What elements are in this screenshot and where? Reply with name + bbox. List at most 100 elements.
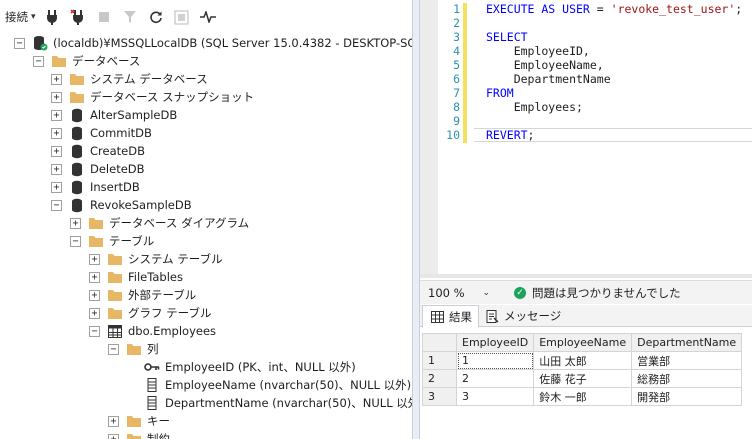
line-number: 9 — [453, 114, 460, 128]
zoom-value: 100 % — [428, 285, 465, 300]
expand-toggle[interactable]: + — [108, 433, 119, 439]
column-header[interactable]: EmployeeName — [533, 333, 633, 352]
collapse-toggle[interactable]: − — [51, 199, 62, 211]
row-number[interactable]: 3 — [422, 387, 457, 406]
chevron-down-icon: ▾ — [31, 12, 36, 22]
code-line-3: SELECT — [486, 30, 528, 44]
tree-node-diagrams[interactable]: + データベース ダイアグラム — [70, 214, 249, 232]
query-editor[interactable]: 1 2 3 4 5 6 7 8 9 10 EXECUTE AS USER = '… — [420, 0, 752, 278]
code-line-10: REVERT; — [486, 128, 534, 142]
tree-node-db-create[interactable]: + CreateDB — [51, 142, 145, 160]
grid-cell[interactable]: 3 — [455, 387, 535, 406]
expand-toggle[interactable]: + — [89, 271, 100, 283]
tree-node-col-employeeid[interactable]: EmployeeID (PK、int、NULL 以外) — [144, 358, 356, 376]
expand-toggle[interactable]: + — [51, 73, 62, 85]
tab-messages-label: メッセージ — [504, 309, 562, 323]
tree-node-constraints[interactable]: + 制約 — [108, 430, 170, 439]
pane-splitter[interactable] — [412, 0, 420, 439]
editor-status-strip: 100 % ⌄ ✓ 問題は見つかりませんでした — [420, 280, 752, 304]
grid-cell[interactable]: 営業部 — [631, 351, 743, 370]
tree-node-db-delete[interactable]: + DeleteDB — [51, 160, 145, 178]
tree-node-snapshots[interactable]: + データベース スナップショット — [51, 88, 254, 106]
keyword-token: EXECUTE AS USER — [486, 2, 590, 16]
column-header[interactable]: EmployeeID — [455, 333, 535, 352]
tree-node-filetables[interactable]: + FileTables — [89, 268, 183, 286]
activity-monitor-icon[interactable] — [195, 6, 221, 28]
expand-toggle[interactable]: + — [51, 109, 62, 121]
expand-toggle[interactable]: + — [70, 217, 81, 229]
expand-toggle[interactable]: + — [89, 289, 100, 301]
filter-icon[interactable] — [117, 6, 143, 28]
grid-cell[interactable]: 山田 太郎 — [533, 351, 633, 370]
tree-node-keys[interactable]: + キー — [108, 412, 170, 430]
expand-toggle[interactable]: + — [51, 127, 62, 139]
stop-icon[interactable] — [91, 6, 117, 28]
tree-node-system-tables[interactable]: + システム テーブル — [89, 250, 223, 268]
column-header[interactable]: DepartmentName — [631, 333, 743, 352]
row-number[interactable]: 2 — [422, 369, 457, 388]
expand-toggle[interactable]: + — [51, 145, 62, 157]
change-tracking-bar — [463, 3, 467, 143]
grid-header-row: EmployeeID EmployeeName DepartmentName — [422, 333, 743, 352]
column-label: EmployeeName (nvarchar(50)、NULL 以外) — [165, 378, 412, 392]
collapse-toggle[interactable]: − — [70, 235, 81, 247]
tree-node-col-departmentname[interactable]: DepartmentName (nvarchar(50)、NULL 以外) — [144, 394, 412, 412]
expand-toggle[interactable]: + — [51, 91, 62, 103]
tab-results[interactable]: 結果 — [422, 305, 479, 328]
results-pane: 結果 メッセージ EmployeeID EmployeeName Departm… — [420, 305, 752, 439]
row-number[interactable]: 1 — [422, 351, 457, 370]
summary-icon[interactable] — [169, 6, 195, 28]
column-label: DepartmentName (nvarchar(50)、NULL 以外) — [165, 396, 412, 410]
tree-node-db-insert[interactable]: + InsertDB — [51, 178, 140, 196]
table-row[interactable]: 2 2 佐藤 花子 総務部 — [422, 369, 743, 388]
tree-node-columns[interactable]: − 列 — [108, 340, 159, 358]
disconnect-plug-icon[interactable] — [65, 6, 91, 28]
zoom-dropdown[interactable]: 100 % ⌄ — [424, 284, 494, 302]
string-token: 'revoke_test_user' — [610, 2, 736, 16]
line-number: 2 — [453, 16, 460, 30]
tree-node-tables[interactable]: − テーブル — [70, 232, 154, 250]
tree-node-graph-tables[interactable]: + グラフ テーブル — [89, 304, 211, 322]
expand-toggle[interactable]: + — [108, 415, 119, 427]
collapse-toggle[interactable]: − — [14, 37, 25, 49]
grid-cell[interactable]: 開発部 — [631, 387, 743, 406]
connect-plug-icon[interactable] — [39, 6, 65, 28]
expand-toggle[interactable]: + — [51, 181, 62, 193]
tree-node-databases[interactable]: − データベース — [33, 52, 140, 70]
grid-cell[interactable]: 2 — [455, 369, 535, 388]
code-line-1: EXECUTE AS USER = 'revoke_test_user'; — [486, 2, 742, 16]
collapse-toggle[interactable]: − — [89, 325, 100, 337]
grid-cell[interactable]: 総務部 — [631, 369, 743, 388]
collapse-toggle[interactable]: − — [33, 55, 44, 67]
tree-node-server[interactable]: − (localdb)¥MSSQLLocalDB (SQL Server 15.… — [14, 34, 412, 52]
grid-cell[interactable]: 1 — [455, 351, 535, 370]
issues-indicator[interactable]: ✓ 問題は見つかりませんでした — [514, 285, 681, 301]
grid-cell[interactable]: 佐藤 花子 — [533, 369, 633, 388]
refresh-icon[interactable] — [143, 6, 169, 28]
tree-node-employees-table[interactable]: − dbo.Employees — [89, 322, 216, 340]
tree-node-db-commit[interactable]: + CommitDB — [51, 124, 152, 142]
line-number: 6 — [453, 72, 460, 86]
message-icon — [484, 308, 500, 324]
table-row[interactable]: 3 3 鈴木 一郎 開発部 — [422, 387, 743, 406]
expand-toggle[interactable]: + — [89, 253, 100, 265]
connect-dropdown[interactable]: 接続 ▾ — [2, 6, 39, 28]
tree-node-system-databases[interactable]: + システム データベース — [51, 70, 208, 88]
expand-toggle[interactable]: + — [89, 307, 100, 319]
grid-cell[interactable]: 鈴木 一郎 — [533, 387, 633, 406]
semicolon-token: ; — [735, 2, 743, 16]
grid-icon — [429, 309, 445, 325]
tree-node-db-alter[interactable]: + AlterSampleDB — [51, 106, 177, 124]
tree-node-col-employeename[interactable]: EmployeeName (nvarchar(50)、NULL 以外) — [144, 376, 411, 394]
table-row[interactable]: 1 1 山田 太郎 営業部 — [422, 351, 743, 370]
expand-toggle[interactable]: + — [51, 163, 62, 175]
collapse-toggle[interactable]: − — [108, 343, 119, 355]
results-grid[interactable]: EmployeeID EmployeeName DepartmentName 1… — [422, 333, 743, 406]
row-number-header[interactable] — [422, 333, 457, 352]
tab-messages[interactable]: メッセージ — [478, 305, 567, 327]
db-label: DeleteDB — [90, 162, 145, 176]
tree-node-db-revoke[interactable]: − RevokeSampleDB — [51, 196, 192, 214]
editor-horizontal-scrollbar[interactable] — [420, 274, 752, 278]
tree-node-external-tables[interactable]: + 外部テーブル — [89, 286, 196, 304]
folder-icon — [88, 215, 104, 231]
